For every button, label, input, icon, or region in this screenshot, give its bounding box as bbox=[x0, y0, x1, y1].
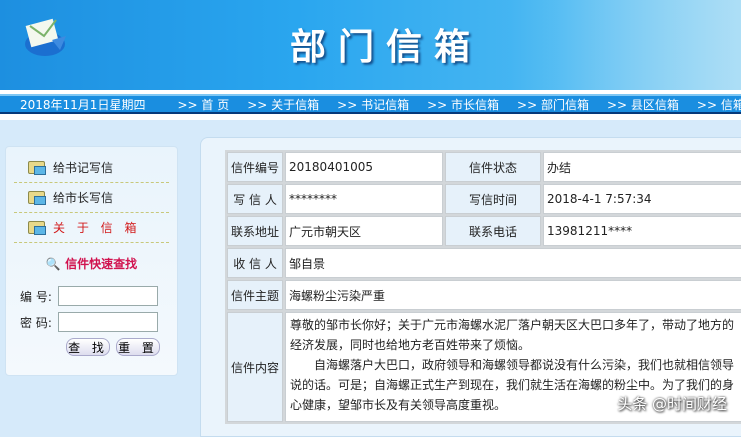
phone-value: 13981211**** bbox=[543, 216, 741, 246]
sidebar-item-write-mayor[interactable]: 给市长写信 bbox=[14, 183, 169, 213]
nav-secretary[interactable]: >> 书记信箱 bbox=[337, 96, 409, 113]
password-label: 密 码: bbox=[20, 315, 52, 330]
password-input[interactable] bbox=[58, 312, 158, 332]
letter-detail-panel: 信件编号 20180401005 信件状态 办结 写 信 人 ******** 写信时间 2… bbox=[200, 137, 741, 437]
nav-bar: 2018年11月1日星期四 >> 首 页 >> 关于信箱 >> 书记信箱 >> … bbox=[0, 90, 741, 120]
folder-mail-icon bbox=[28, 191, 46, 205]
letter-detail-table: 信件编号 20180401005 信件状态 办结 写 信 人 ******** 写信时间 2… bbox=[225, 150, 741, 424]
quick-search-label: 信件快速查找 bbox=[65, 257, 138, 271]
letter-id-label: 信件编号 bbox=[227, 152, 284, 182]
subject-label: 信件主题 bbox=[227, 280, 284, 310]
nav-center[interactable]: >> 信箱中心 bbox=[697, 96, 741, 113]
recipient-label: 收 信 人 bbox=[227, 248, 284, 278]
nav-county[interactable]: >> 县区信箱 bbox=[607, 96, 679, 113]
address-label: 联系地址 bbox=[227, 216, 284, 246]
letter-id-input[interactable] bbox=[58, 286, 158, 306]
header-banner: 部门信箱 bbox=[0, 0, 741, 90]
phone-label: 联系电话 bbox=[445, 216, 542, 246]
folder-info-icon bbox=[28, 221, 46, 235]
header-decoration bbox=[511, 0, 741, 90]
nav-department[interactable]: >> 部门信箱 bbox=[517, 96, 589, 113]
reset-button[interactable]: 重 置 bbox=[116, 338, 160, 356]
writer-value: ******** bbox=[285, 184, 444, 214]
watermark: 头条 @时间财经 bbox=[617, 395, 727, 413]
magnifier-icon: 🔍 bbox=[45, 257, 61, 271]
id-label: 编 号: bbox=[20, 289, 52, 304]
mail-logo-icon bbox=[25, 18, 66, 56]
folder-mail-icon bbox=[28, 161, 46, 175]
address-value: 广元市朝天区 bbox=[285, 216, 444, 246]
writer-label: 写 信 人 bbox=[227, 184, 284, 214]
sidebar: 给书记写信 给市长写信 关 于 信 箱 🔍 信件快速查找 编 号: 密 码: 查… bbox=[5, 146, 178, 376]
search-button[interactable]: 查 找 bbox=[66, 338, 110, 356]
status-label: 信件状态 bbox=[445, 152, 542, 182]
subject-value: 海螺粉尘污染严重 bbox=[285, 280, 741, 310]
time-value: 2018-4-1 7:57:34 bbox=[543, 184, 741, 214]
recipient-value: 邹自景 bbox=[285, 248, 741, 278]
sidebar-item-about[interactable]: 关 于 信 箱 bbox=[14, 213, 169, 243]
content-label: 信件内容 bbox=[227, 312, 284, 422]
current-date: 2018年11月1日星期四 bbox=[20, 97, 146, 112]
letter-id-value: 20180401005 bbox=[285, 152, 444, 182]
nav-about[interactable]: >> 关于信箱 bbox=[247, 96, 319, 113]
quick-search-heading: 🔍 信件快速查找 bbox=[6, 255, 177, 272]
nav-home[interactable]: >> 首 页 bbox=[177, 96, 229, 113]
time-label: 写信时间 bbox=[445, 184, 542, 214]
status-value: 办结 bbox=[543, 152, 741, 182]
sidebar-item-write-secretary[interactable]: 给书记写信 bbox=[14, 153, 169, 183]
page-title: 部门信箱 bbox=[290, 26, 483, 68]
content-paragraph: 尊敬的邹市长你好；关于广元市海螺水泥厂落户朝天区大巴口多年了，带动了地方的经济发… bbox=[290, 318, 735, 352]
nav-mayor[interactable]: >> 市长信箱 bbox=[427, 96, 499, 113]
